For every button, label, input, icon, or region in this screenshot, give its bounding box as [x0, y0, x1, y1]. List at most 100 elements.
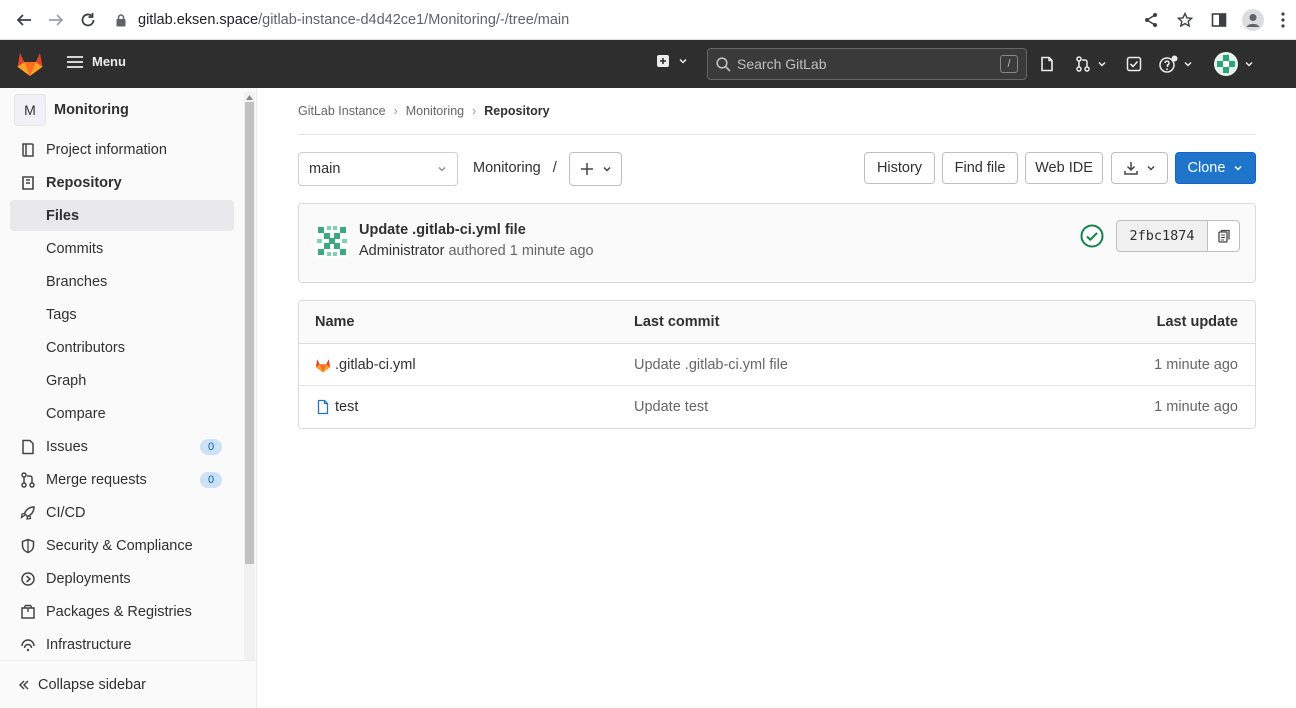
collapse-sidebar-button[interactable]: Collapse sidebar — [0, 660, 256, 708]
search-icon — [716, 56, 731, 72]
breadcrumb-item[interactable]: Monitoring — [406, 104, 464, 118]
menu-button[interactable]: Menu — [66, 54, 126, 69]
pipeline-passed-icon[interactable] — [1080, 224, 1104, 248]
commit-sha[interactable]: 2fbc1874 — [1116, 220, 1208, 252]
chevron-down-icon — [1184, 61, 1192, 67]
profile-button[interactable] — [1236, 4, 1270, 36]
history-button[interactable]: History — [864, 152, 935, 184]
download-dropdown-button[interactable] — [1111, 152, 1168, 184]
commit-author-avatar[interactable] — [315, 224, 349, 258]
sidebar-item-deployments[interactable]: Deployments — [10, 563, 234, 594]
chrome-menu-button[interactable] — [1270, 4, 1296, 36]
back-button[interactable] — [8, 4, 40, 36]
sidebar-item-packages-registries[interactable]: Packages & Registries — [10, 596, 234, 627]
bookmark-button[interactable] — [1168, 4, 1202, 36]
breadcrumb-current[interactable]: Repository — [484, 104, 549, 118]
sidebar-item-label: Branches — [46, 273, 108, 290]
branch-selector[interactable]: main — [298, 152, 458, 186]
copy-sha-button[interactable] — [1208, 220, 1240, 252]
merge-requests-nav-button[interactable] — [1072, 48, 1110, 80]
plus-icon — [580, 163, 593, 175]
issues-nav-button[interactable] — [1036, 48, 1058, 80]
sidebar-item-graph[interactable]: Graph — [10, 365, 234, 396]
url-host: gitlab.eksen.space — [138, 12, 259, 28]
package-icon — [14, 604, 42, 620]
sidebar-project-header[interactable]: M Monitoring — [14, 94, 129, 126]
sidebar-item-tags[interactable]: Tags — [10, 299, 234, 330]
sidebar-item-commits[interactable]: Commits — [10, 233, 234, 264]
merge-request-icon — [14, 471, 42, 488]
issues-icon — [1041, 56, 1053, 72]
last-commit-panel: Update .gitlab-ci.yml file Administrator… — [298, 203, 1256, 283]
arrow-right-icon — [49, 14, 64, 26]
file-last-commit-link[interactable]: Update .gitlab-ci.yml file — [634, 357, 788, 373]
search-shortcut-badge: / — [1000, 55, 1018, 73]
clone-dropdown-button[interactable]: Clone — [1175, 152, 1256, 184]
hamburger-icon — [67, 55, 83, 68]
sidebar-item-label: Issues — [46, 438, 88, 455]
clone-label: Clone — [1187, 160, 1226, 176]
column-header-last-update: Last update — [1156, 314, 1238, 330]
project-name: Monitoring — [54, 102, 129, 118]
sidebar-item-files[interactable]: Files — [10, 200, 234, 231]
sidebar-item-label: Graph — [46, 372, 87, 389]
sidebar-item-ci-cd[interactable]: CI/CD — [10, 497, 234, 528]
help-nav-button[interactable] — [1158, 48, 1194, 80]
sidebar-item-infrastructure[interactable]: Infrastructure — [10, 629, 234, 660]
menu-label: Menu — [92, 54, 126, 69]
repo-path-root[interactable]: Monitoring — [473, 160, 541, 176]
commit-author-link[interactable]: Administrator — [359, 243, 444, 259]
file-icon — [317, 399, 329, 415]
project-sidebar: M Monitoring Project information Reposit… — [0, 88, 257, 708]
sidebar-item-label: Packages & Registries — [46, 603, 192, 620]
sidebar-item-label: Project information — [46, 141, 167, 158]
sidebar-item-project-information[interactable]: Project information — [10, 134, 234, 165]
rocket-icon — [14, 505, 42, 521]
chevron-down-icon — [1245, 61, 1253, 67]
user-menu-button[interactable] — [1212, 48, 1256, 80]
address-bar[interactable]: gitlab.eksen.space/gitlab-instance-d4d42… — [116, 8, 569, 32]
side-panel-icon — [1211, 13, 1227, 27]
gitlab-ci-icon — [315, 358, 331, 372]
share-button[interactable] — [1134, 4, 1168, 36]
file-name-link[interactable]: .gitlab-ci.yml — [335, 357, 416, 373]
reload-button[interactable] — [72, 4, 104, 36]
sidebar-scrollbar[interactable] — [244, 92, 255, 660]
chevron-down-icon — [1098, 61, 1106, 67]
column-header-name: Name — [315, 314, 355, 330]
chevron-down-icon — [1146, 165, 1155, 171]
sidebar-item-issues[interactable]: Issues 0 — [10, 431, 234, 462]
file-name-link[interactable]: test — [335, 399, 358, 415]
side-panel-button[interactable] — [1202, 4, 1236, 36]
forward-button[interactable] — [40, 4, 72, 36]
star-icon — [1177, 12, 1193, 28]
download-icon — [1123, 162, 1138, 175]
new-dropdown-button[interactable] — [656, 54, 688, 68]
sidebar-item-security-compliance[interactable]: Security & Compliance — [10, 530, 234, 561]
table-row[interactable]: test Update test 1 minute ago — [299, 386, 1255, 428]
sidebar-item-contributors[interactable]: Contributors — [10, 332, 234, 363]
double-chevron-left-icon — [18, 679, 29, 690]
find-file-button[interactable]: Find file — [942, 152, 1018, 184]
breadcrumb-item[interactable]: GitLab Instance — [298, 104, 386, 118]
file-last-commit-link[interactable]: Update test — [634, 399, 708, 415]
sidebar-item-branches[interactable]: Branches — [10, 266, 234, 297]
sidebar-item-label: Files — [46, 207, 80, 224]
add-to-tree-button[interactable] — [569, 152, 622, 186]
sidebar-item-merge-requests[interactable]: Merge requests 0 — [10, 464, 234, 495]
search-input[interactable]: Search GitLab / — [707, 48, 1027, 80]
todos-nav-button[interactable] — [1124, 48, 1144, 80]
commit-title-link[interactable]: Update .gitlab-ci.yml file — [359, 222, 526, 238]
branch-name: main — [309, 161, 341, 177]
gitlab-logo-icon[interactable] — [16, 51, 44, 77]
arrow-left-icon — [16, 14, 31, 26]
table-row[interactable]: .gitlab-ci.yml Update .gitlab-ci.yml fil… — [299, 344, 1255, 386]
web-ide-button[interactable]: Web IDE — [1025, 152, 1103, 184]
sidebar-item-repository[interactable]: Repository — [10, 167, 234, 198]
commit-time: 1 minute ago — [509, 243, 594, 259]
chevron-down-icon — [679, 58, 687, 64]
scroll-up-arrow-icon[interactable] — [246, 94, 253, 100]
sidebar-scrollbar-thumb[interactable] — [245, 102, 254, 564]
sidebar-item-compare[interactable]: Compare — [10, 398, 234, 429]
chevron-down-icon — [1234, 165, 1242, 171]
